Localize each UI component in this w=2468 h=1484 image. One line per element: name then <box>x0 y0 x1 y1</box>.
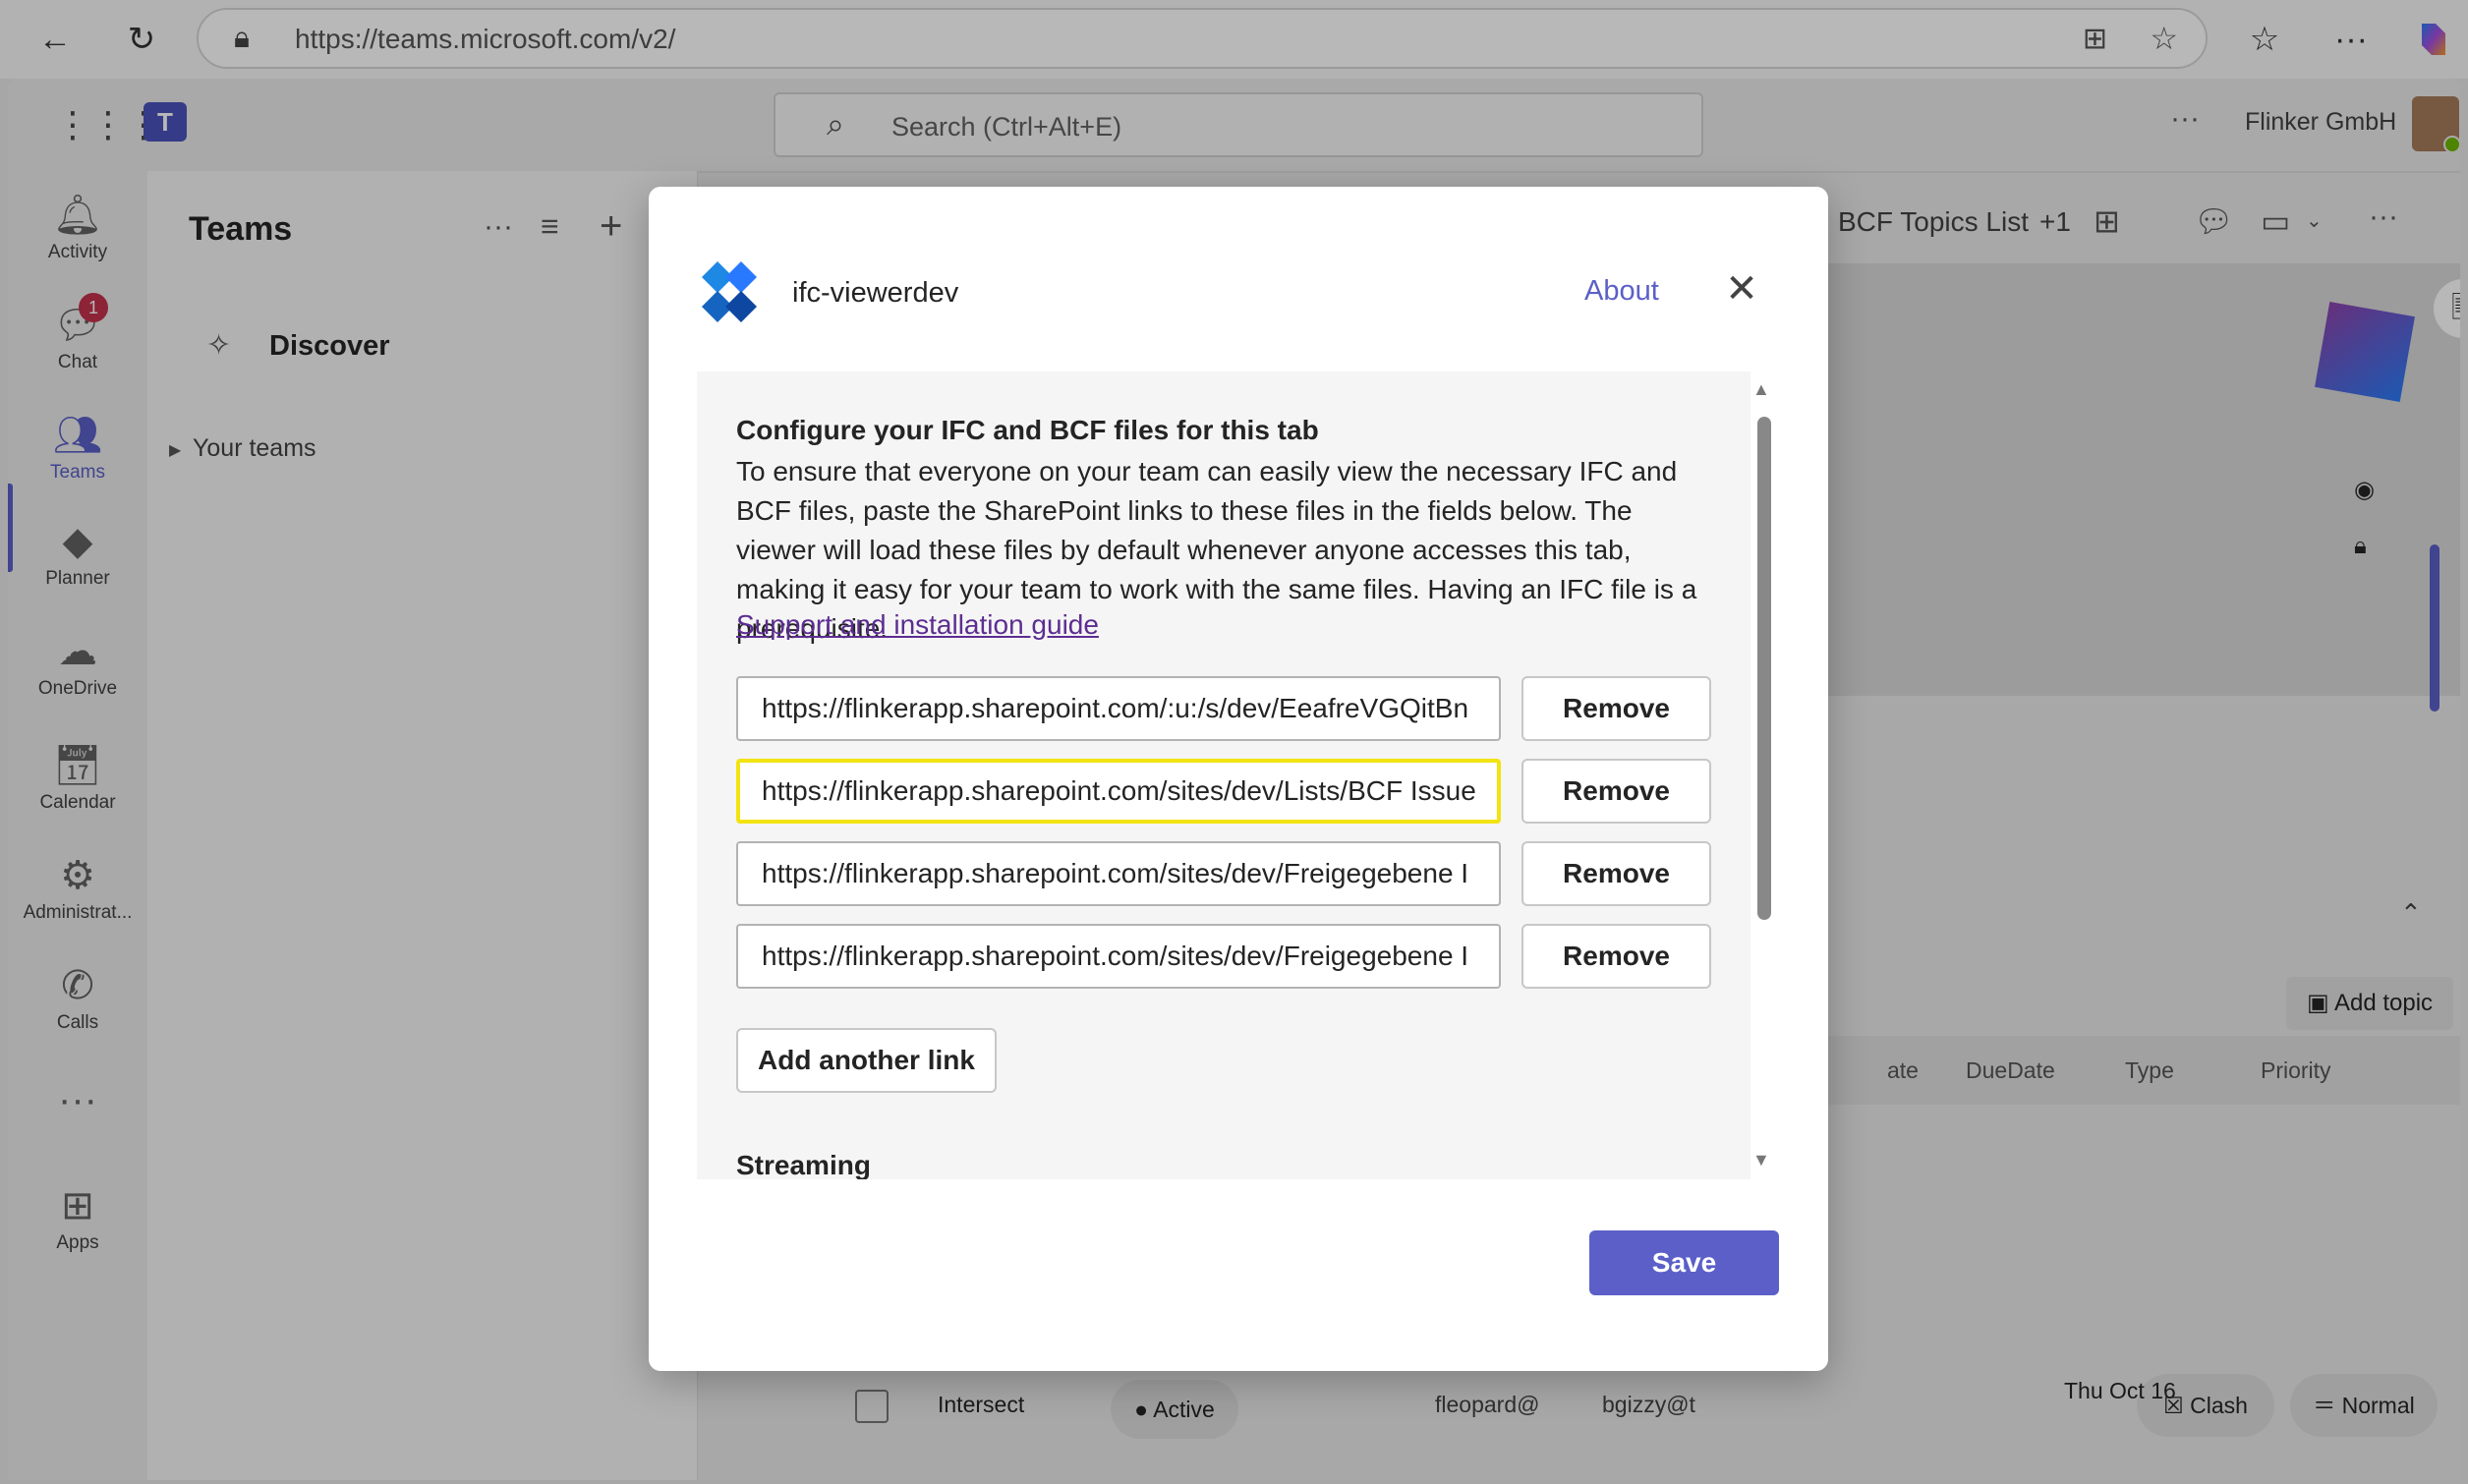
app-name: ifc-viewerdev <box>792 277 959 309</box>
add-link-button[interactable]: Add another link <box>736 1028 997 1093</box>
scroll-down-arrow-icon[interactable]: ▼ <box>1752 1150 1770 1170</box>
save-button[interactable]: Save <box>1589 1230 1779 1295</box>
remove-button-3[interactable]: Remove <box>1521 841 1711 906</box>
remove-button-2[interactable]: Remove <box>1521 759 1711 824</box>
config-panel[interactable]: Configure your IFC and BCF files for thi… <box>697 371 1751 1179</box>
support-link[interactable]: Support and installation guide <box>736 609 1099 641</box>
scroll-up-arrow-icon[interactable]: ▲ <box>1752 379 1770 400</box>
config-title: Configure your IFC and BCF files for thi… <box>736 415 1319 445</box>
streaming-heading: Streaming <box>736 1150 871 1179</box>
link-input-1[interactable]: https://flinkerapp.sharepoint.com/:u:/s/… <box>736 676 1501 741</box>
remove-button-4[interactable]: Remove <box>1521 924 1711 989</box>
link-input-4[interactable]: https://flinkerapp.sharepoint.com/sites/… <box>736 924 1501 989</box>
remove-button-1[interactable]: Remove <box>1521 676 1711 741</box>
scrollbar-thumb[interactable] <box>1757 417 1771 920</box>
app-logo-icon <box>702 261 757 322</box>
close-icon[interactable]: ✕ <box>1720 269 1763 313</box>
app-config-dialog: ifc-viewerdev About ✕ Configure your IFC… <box>649 187 1828 1371</box>
link-input-3[interactable]: https://flinkerapp.sharepoint.com/sites/… <box>736 841 1501 906</box>
link-input-2[interactable]: https://flinkerapp.sharepoint.com/sites/… <box>736 759 1501 824</box>
about-link[interactable]: About <box>1584 275 1659 308</box>
